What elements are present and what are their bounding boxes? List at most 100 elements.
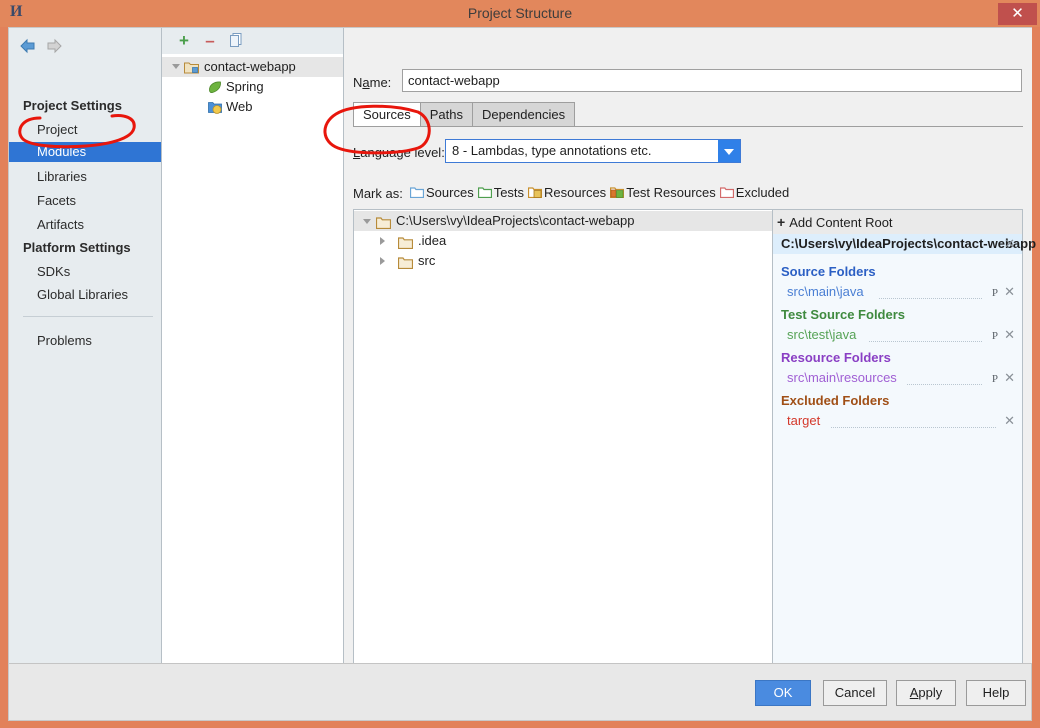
mark-as-sources[interactable]: Sources	[410, 184, 474, 202]
sidebar-item-sdks[interactable]: SDKs	[9, 262, 161, 282]
folder-icon	[397, 255, 414, 275]
package-prefix-icon[interactable]: P	[992, 286, 998, 300]
sidebar-group-project-settings: Project Settings	[23, 98, 122, 113]
language-level-value: 8 - Lambdas, type annotations etc.	[452, 143, 652, 158]
mark-as-resources[interactable]: Resources	[528, 184, 606, 202]
module-editor-panel: Name: contact-webapp Sources Paths Depen…	[344, 28, 1036, 687]
ok-button[interactable]: OK	[755, 680, 811, 706]
window-title: Project Structure	[467, 5, 573, 21]
back-arrow-icon[interactable]	[19, 38, 37, 54]
forward-arrow-icon[interactable]	[45, 38, 63, 54]
title-bar: И Project Structure ✕	[0, 0, 1040, 27]
sidebar-item-project[interactable]: Project	[9, 120, 161, 140]
cancel-button[interactable]: Cancel	[823, 680, 887, 706]
sidebar-item-problems[interactable]: Problems	[9, 331, 161, 351]
excluded-folder-path: target	[787, 413, 821, 428]
mark-as-options: Sources Tests Resources Test Resources E…	[410, 184, 789, 202]
module-editor-tabs: Sources Paths Dependencies	[353, 102, 576, 127]
content-root-details: + Add Content Root C:\Users\vy\IdeaProjec…	[773, 210, 1036, 686]
mark-as-test-resources-label: Test Resources	[626, 185, 716, 200]
mark-as-tests-label: Tests	[493, 185, 525, 200]
section-source-folders: Source Folders	[781, 264, 876, 279]
chevron-down-icon[interactable]	[718, 140, 740, 162]
mark-as-resources-label: Resources	[544, 185, 607, 200]
sidebar-item-modules[interactable]: Modules	[9, 142, 161, 162]
module-tree-row-contact-webapp[interactable]: contact-webapp	[162, 57, 343, 77]
tab-dependencies[interactable]: Dependencies	[471, 102, 576, 126]
chevron-right-icon[interactable]	[380, 237, 385, 245]
tab-underline	[353, 126, 1023, 127]
dotted-leader	[831, 426, 996, 428]
test-resources-folder-icon	[610, 187, 625, 198]
sidebar-item-artifacts[interactable]: Artifacts	[9, 215, 161, 235]
root-row-label: src	[418, 253, 436, 268]
dialog-content: Project Settings Platform Settings Proje…	[8, 27, 1036, 721]
language-level-combo[interactable]: 8 - Lambdas, type annotations etc.	[445, 139, 741, 163]
tab-sources[interactable]: Sources	[353, 102, 421, 126]
mark-as-excluded-label: Excluded	[735, 185, 790, 200]
sidebar-nav-arrows	[15, 34, 75, 60]
sidebar-item-facets[interactable]: Facets	[9, 191, 161, 211]
remove-test-source-folder-icon[interactable]: ✕	[1004, 328, 1015, 342]
chevron-down-icon[interactable]	[363, 219, 371, 224]
apply-button[interactable]: Apply	[896, 680, 956, 706]
plus-icon: +	[777, 214, 786, 230]
sidebar-divider	[23, 316, 153, 317]
remove-content-root-icon[interactable]: ✕	[1004, 237, 1015, 251]
web-facet-icon	[208, 100, 222, 120]
sidebar-item-libraries[interactable]: Libraries	[9, 167, 161, 187]
mark-as-tests[interactable]: Tests	[477, 184, 525, 202]
settings-sidebar: Project Settings Platform Settings Proje…	[9, 28, 162, 663]
module-name-input[interactable]: contact-webapp	[402, 69, 1022, 92]
remove-resource-folder-icon[interactable]: ✕	[1004, 371, 1015, 385]
content-root-path: C:\Users\vy\IdeaProjects\contact-webapp	[773, 234, 1036, 254]
section-test-source-folders: Test Source Folders	[781, 307, 906, 322]
mark-as-excluded[interactable]: Excluded	[719, 184, 790, 202]
copy-module-icon[interactable]	[226, 32, 246, 50]
add-content-root-button[interactable]: + Add Content Root	[773, 210, 1022, 234]
content-roots-split: C:\Users\vy\IdeaProjects\contact-webapp …	[353, 209, 1036, 687]
language-level-label: Language level:	[353, 145, 445, 160]
close-icon[interactable]: ✕	[998, 3, 1037, 25]
root-row-src[interactable]: src	[354, 251, 772, 271]
module-tree-label: Web	[226, 99, 253, 114]
root-row-label: C:\Users\vy\IdeaProjects\contact-webapp	[396, 213, 635, 228]
sources-folder-icon	[410, 187, 424, 198]
test-source-folder-path: src\test\java	[787, 327, 857, 342]
tab-paths[interactable]: Paths	[419, 102, 473, 126]
root-row-idea[interactable]: .idea	[354, 231, 772, 251]
add-content-root-label: Add Content Root	[789, 215, 893, 230]
module-tree-panel: + – contact-webapp Spring Web	[162, 28, 344, 663]
tests-folder-icon	[477, 187, 492, 198]
mark-as-sources-label: Sources	[426, 185, 474, 200]
sidebar-item-global-libraries[interactable]: Global Libraries	[9, 285, 161, 305]
mark-as-label: Mark as:	[353, 186, 403, 201]
mark-as-test-resources[interactable]: Test Resources	[610, 184, 716, 202]
sidebar-group-platform-settings: Platform Settings	[23, 240, 131, 255]
module-tree-row-web[interactable]: Web	[162, 97, 343, 117]
name-label: Name:	[353, 75, 392, 90]
dotted-leader	[879, 297, 982, 299]
package-prefix-icon[interactable]: P	[992, 372, 998, 386]
root-row-label: .idea	[418, 233, 447, 248]
module-tree-label: contact-webapp	[204, 59, 296, 74]
content-roots-tree: C:\Users\vy\IdeaProjects\contact-webapp …	[354, 210, 773, 686]
remove-excluded-folder-icon[interactable]: ✕	[1004, 414, 1015, 428]
dotted-leader	[907, 383, 982, 385]
chevron-right-icon[interactable]	[380, 257, 385, 265]
module-tree-label: Spring	[226, 79, 264, 94]
dialog-button-bar: OK Cancel Apply Help	[9, 663, 1031, 720]
add-module-icon[interactable]: +	[174, 32, 194, 50]
resource-folder-path: src\main\resources	[787, 370, 897, 385]
section-excluded-folders: Excluded Folders	[781, 393, 890, 408]
dotted-leader	[869, 340, 982, 342]
source-folder-path: src\main\java	[787, 284, 864, 299]
remove-source-folder-icon[interactable]: ✕	[1004, 285, 1015, 299]
resources-folder-icon	[528, 187, 543, 198]
help-button[interactable]: Help	[966, 680, 1026, 706]
package-prefix-icon[interactable]: P	[992, 329, 998, 343]
module-tree-row-spring[interactable]: Spring	[162, 77, 343, 97]
root-row-content-root[interactable]: C:\Users\vy\IdeaProjects\contact-webapp	[354, 211, 772, 231]
chevron-down-icon[interactable]	[172, 64, 180, 69]
remove-module-icon[interactable]: –	[200, 32, 220, 50]
